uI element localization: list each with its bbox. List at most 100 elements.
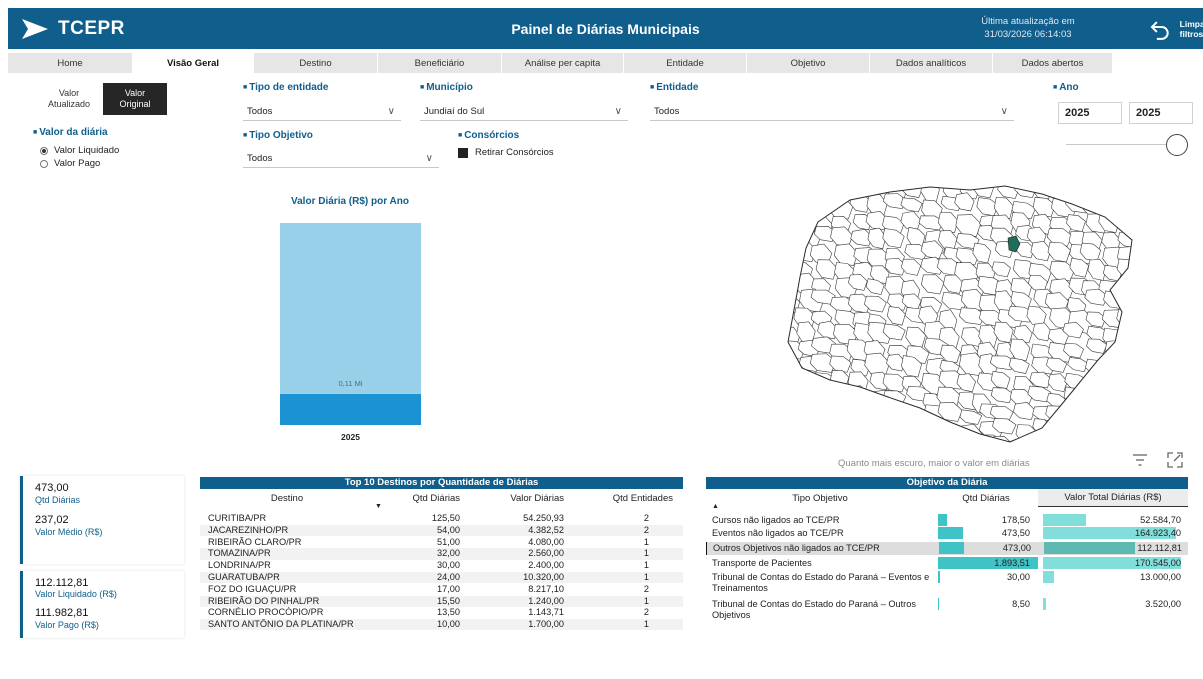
municipio-shape[interactable] bbox=[1080, 420, 1101, 437]
municipio-shape[interactable] bbox=[900, 197, 923, 213]
tab-objetivo[interactable]: Objetivo bbox=[747, 53, 870, 73]
municipio-shape[interactable] bbox=[1087, 372, 1111, 395]
tab-beneficiario[interactable]: Beneficiário bbox=[378, 53, 502, 73]
focus-mode-icon[interactable] bbox=[1165, 450, 1185, 470]
municipio-shape[interactable] bbox=[1066, 182, 1088, 196]
municipio-shape[interactable] bbox=[781, 226, 802, 246]
radio-valor-liquidado[interactable]: Valor Liquidado bbox=[40, 145, 119, 156]
table-row[interactable]: SANTO ANTÔNIO DA PLATINA/PR 10,00 1.700,00… bbox=[200, 619, 683, 631]
municipio-shape[interactable] bbox=[812, 423, 838, 445]
municipio-shape[interactable] bbox=[782, 419, 804, 438]
municipio-shape[interactable] bbox=[1045, 434, 1070, 450]
municipio-shape[interactable] bbox=[816, 436, 843, 450]
tab-dados-abertos[interactable]: Dados abertos bbox=[993, 53, 1113, 73]
objetivo-row[interactable]: Eventos não ligados ao TCE/PR 473,50 164.9… bbox=[706, 527, 1188, 540]
municipio-shape[interactable] bbox=[815, 259, 838, 280]
table-row[interactable]: GUARATUBA/PR 24,00 10.320,00 1 bbox=[200, 572, 683, 584]
col-qtd-diarias[interactable]: Qtd Diárias bbox=[374, 489, 466, 507]
tipo-objetivo-dropdown[interactable]: Todos ∨ bbox=[243, 150, 439, 168]
municipio-shape[interactable] bbox=[1046, 393, 1066, 408]
parana-municipios-map[interactable] bbox=[780, 182, 1140, 450]
municipio-shape[interactable] bbox=[830, 370, 850, 388]
municipio-shape[interactable] bbox=[811, 198, 832, 216]
municipio-shape[interactable] bbox=[811, 184, 836, 200]
municipio-shape[interactable] bbox=[851, 406, 873, 423]
municipio-shape[interactable] bbox=[1118, 373, 1139, 393]
retirar-consorcios-checkbox[interactable]: Retirar Consórcios bbox=[458, 147, 554, 158]
municipio-shape[interactable] bbox=[899, 438, 920, 450]
municipio-shape[interactable] bbox=[781, 376, 800, 391]
municipio-shape[interactable] bbox=[780, 259, 798, 282]
municipio-shape[interactable] bbox=[1101, 309, 1128, 329]
municipio-shape[interactable] bbox=[1082, 385, 1102, 409]
municipio-shape[interactable] bbox=[902, 417, 926, 436]
municipio-shape[interactable] bbox=[1104, 340, 1124, 363]
bar-segment-0[interactable] bbox=[280, 393, 421, 425]
municipio-shape[interactable] bbox=[780, 438, 802, 450]
municipio-shape[interactable] bbox=[865, 408, 887, 429]
clear-filters-button[interactable]: Limpar filtros bbox=[1148, 14, 1203, 44]
tab-dados-analiticos[interactable]: Dados analíticos bbox=[870, 53, 993, 73]
col-qtd-entidades[interactable]: Qtd Entidades bbox=[570, 489, 683, 507]
municipio-shape[interactable] bbox=[1122, 293, 1140, 309]
municipio-shape[interactable] bbox=[901, 258, 922, 276]
municipio-shape[interactable] bbox=[1104, 388, 1127, 408]
municipio-shape[interactable] bbox=[1117, 326, 1138, 350]
municipio-shape[interactable] bbox=[1065, 440, 1086, 450]
municipio-shape[interactable] bbox=[795, 182, 822, 198]
municipio-shape[interactable] bbox=[1087, 258, 1107, 281]
col-valor-diarias[interactable]: Valor Diárias bbox=[466, 489, 570, 507]
municipio-shape[interactable] bbox=[829, 183, 850, 203]
municipio-shape[interactable] bbox=[1102, 373, 1123, 392]
col-obj-qtd-diarias[interactable]: Qtd Diárias bbox=[934, 489, 1038, 507]
municipio-shape[interactable] bbox=[780, 392, 795, 413]
tab-visao-geral[interactable]: Visão Geral bbox=[133, 53, 254, 73]
municipio-shape[interactable] bbox=[1098, 438, 1124, 450]
municipio-shape[interactable] bbox=[1119, 424, 1138, 445]
municipio-shape[interactable] bbox=[831, 405, 857, 426]
tab-analise-per-capita[interactable]: Análise per capita bbox=[502, 53, 624, 73]
municipio-shape[interactable] bbox=[1046, 418, 1073, 436]
col-valor-total[interactable]: Valor Total Diárias (R$) bbox=[1038, 489, 1188, 507]
municipio-shape[interactable] bbox=[1104, 421, 1130, 445]
municipio-shape[interactable] bbox=[867, 434, 887, 450]
municipio-shape[interactable] bbox=[831, 422, 858, 439]
municipio-shape[interactable] bbox=[920, 436, 943, 450]
municipio-shape[interactable] bbox=[1104, 401, 1126, 421]
municipio-shape[interactable] bbox=[869, 421, 895, 438]
municipio-shape[interactable] bbox=[835, 441, 860, 450]
municipio-shape[interactable] bbox=[1104, 199, 1124, 218]
municipio-shape[interactable] bbox=[991, 261, 1011, 278]
municipio-shape[interactable] bbox=[959, 436, 982, 450]
municipio-shape[interactable] bbox=[1123, 182, 1140, 201]
entidade-dropdown[interactable]: Todos ∨ bbox=[650, 103, 1014, 121]
municipio-shape[interactable] bbox=[889, 422, 915, 441]
municipio-shape[interactable] bbox=[955, 214, 982, 237]
ano-to-input[interactable]: 2025 bbox=[1129, 102, 1193, 124]
municipio-shape[interactable] bbox=[1097, 182, 1122, 199]
municipio-shape[interactable] bbox=[852, 419, 873, 442]
valor-original-toggle[interactable]: Valor Original bbox=[103, 83, 167, 115]
municipio-shape[interactable] bbox=[1123, 211, 1140, 232]
objetivo-row[interactable]: Outros Objetivos não ligados ao TCE/PR 47… bbox=[706, 542, 1188, 555]
municipio-shape[interactable] bbox=[939, 425, 959, 446]
municipio-shape[interactable] bbox=[882, 390, 907, 406]
municipio-shape[interactable] bbox=[791, 419, 815, 440]
ano-from-input[interactable]: 2025 bbox=[1058, 102, 1122, 124]
municipio-shape[interactable] bbox=[1082, 183, 1108, 200]
municipio-shape[interactable] bbox=[1086, 437, 1110, 450]
municipio-shape[interactable] bbox=[795, 209, 818, 227]
municipio-shape[interactable] bbox=[905, 326, 926, 348]
objetivo-row[interactable]: Tribunal de Contas do Estado do Paraná –… bbox=[706, 571, 1188, 596]
objetivo-row[interactable]: Cursos não ligados ao TCE/PR 178,50 52.584… bbox=[706, 514, 1188, 526]
municipio-shape[interactable] bbox=[1100, 357, 1123, 377]
table-row[interactable]: CORNÉLIO PROCÓPIO/PR 13,50 1.143,71 2 bbox=[200, 607, 683, 618]
municipio-shape[interactable] bbox=[1122, 405, 1140, 422]
municipio-shape[interactable] bbox=[921, 274, 945, 295]
objetivo-row[interactable]: Transporte de Pacientes 1.893,51 170.545,0… bbox=[706, 557, 1188, 569]
table-row[interactable]: JACAREZINHO/PR 54,00 4.382,52 2 bbox=[200, 524, 683, 536]
municipio-shape[interactable] bbox=[1013, 402, 1036, 421]
municipio-shape[interactable] bbox=[1117, 231, 1140, 249]
municipio-shape[interactable] bbox=[780, 182, 798, 199]
municipio-shape[interactable] bbox=[920, 182, 940, 203]
